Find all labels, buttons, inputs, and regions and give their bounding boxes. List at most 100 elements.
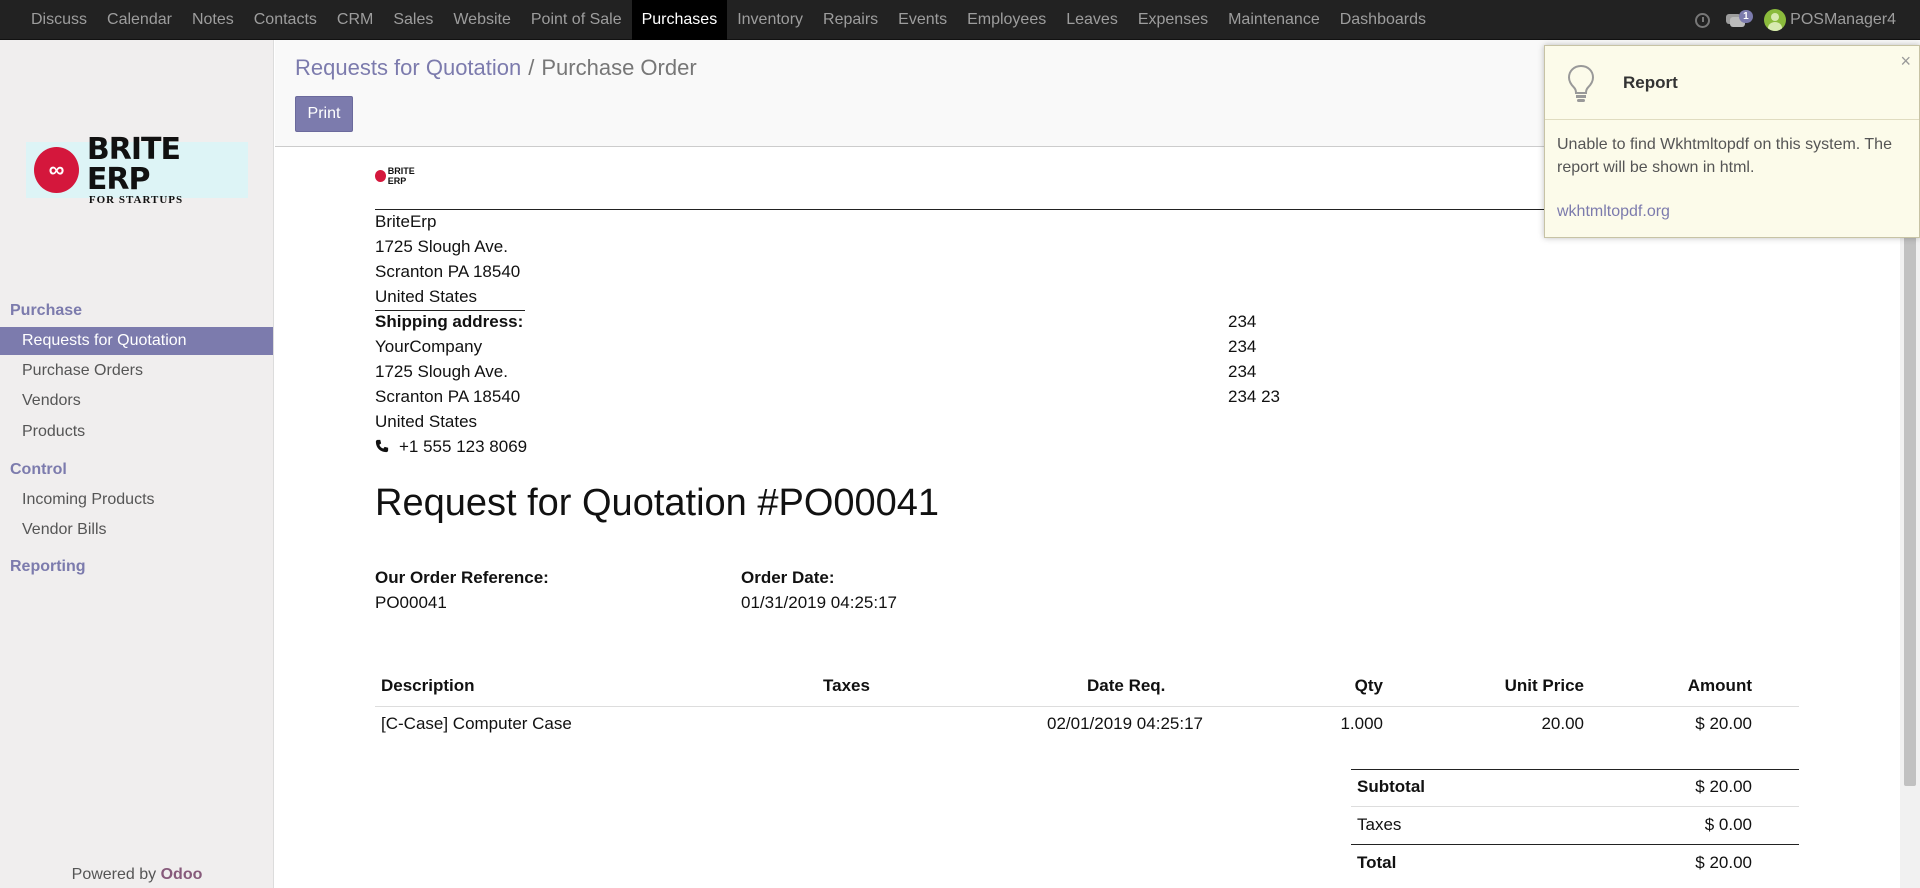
company-country: United States (375, 287, 478, 306)
menu-contacts[interactable]: Contacts (244, 0, 327, 40)
menu-point-of-sale[interactable]: Point of Sale (521, 0, 632, 40)
company-street: 1725 Slough Ave. (375, 237, 508, 256)
menu-maintenance[interactable]: Maintenance (1218, 0, 1330, 40)
company-city: Scranton PA 18540 (375, 262, 521, 281)
total-divider (1351, 844, 1799, 845)
menu-leaves[interactable]: Leaves (1056, 0, 1128, 40)
sidebar-item-vendor-bills[interactable]: Vendor Bills (0, 516, 273, 544)
order-date-value: 01/31/2019 04:25:17 (741, 593, 897, 612)
subtotal-divider (1351, 769, 1799, 770)
col-qty: Qty (1354, 676, 1383, 695)
menu-repairs[interactable]: Repairs (813, 0, 888, 40)
col-unit-price: Unit Price (1504, 676, 1584, 695)
order-ref-label: Our Order Reference: (375, 568, 549, 587)
menu-inventory[interactable]: Inventory (727, 0, 813, 40)
vendor-line-2: 234 (1228, 337, 1257, 356)
company-logo: ∞ BRITE ERP FOR STARTUPS (26, 134, 248, 205)
subtotal-label: Subtotal (1357, 777, 1425, 796)
breadcrumb: Requests for Quotation / Purchase Order (295, 55, 697, 81)
messaging-icon[interactable]: 1 (1726, 10, 1753, 28)
message-count-badge: 1 (1739, 10, 1753, 23)
odoo-link[interactable]: Odoo (161, 866, 203, 883)
logo-mark-icon: ∞ (34, 147, 79, 193)
menu-purchases[interactable]: Purchases (631, 0, 728, 40)
breadcrumb-separator: / (528, 55, 535, 80)
total-value: $ 20.00 (1695, 853, 1752, 872)
close-icon[interactable]: × (1900, 51, 1911, 72)
powered-by-label: Powered by (71, 866, 157, 883)
user-menu[interactable]: POSManager4 (1764, 9, 1896, 31)
scrollbar-thumb[interactable] (1904, 236, 1916, 786)
menu-website[interactable]: Website (443, 0, 521, 40)
phone-icon (375, 439, 389, 453)
menu-crm[interactable]: CRM (327, 0, 383, 40)
row-unit-price: 20.00 (1541, 714, 1584, 733)
col-amount: Amount (1687, 676, 1752, 695)
order-date-label: Order Date: (741, 568, 835, 587)
vendor-line-4: 234 23 (1228, 387, 1280, 406)
sidebar-item-purchase-orders[interactable]: Purchase Orders (0, 357, 273, 385)
lightbulb-icon (1567, 64, 1595, 102)
shipping-street: 1725 Slough Ave. (375, 362, 508, 381)
company-name: BriteErp (375, 212, 437, 231)
sidebar-section-purchase: Purchase (10, 302, 83, 319)
sidebar-section-control: Control (10, 461, 67, 478)
sidebar-item-vendors[interactable]: Vendors (0, 387, 273, 415)
subtotal-value: $ 20.00 (1695, 777, 1752, 796)
notification-header: Report × (1545, 46, 1919, 120)
taxes-value: $ 0.00 (1704, 815, 1752, 834)
col-taxes: Taxes (823, 676, 870, 695)
address-divider (375, 310, 525, 311)
vendor-line-3: 234 (1228, 362, 1257, 381)
row-qty: 1.000 (1340, 714, 1383, 733)
shipping-name: YourCompany (375, 337, 483, 356)
user-avatar (1764, 9, 1787, 31)
user-name: POSManager4 (1790, 11, 1896, 28)
taxes-divider (1351, 806, 1799, 807)
sidebar-item-incoming-products[interactable]: Incoming Products (0, 486, 273, 514)
col-date-req: Date Req. (1087, 676, 1166, 695)
shipping-city: Scranton PA 18540 (375, 387, 521, 406)
logo-title: BRITE ERP (86, 131, 181, 197)
activity-clock-icon[interactable] (1695, 12, 1711, 28)
report-scrollbar[interactable] (1900, 148, 1920, 888)
breadcrumb-parent[interactable]: Requests for Quotation (295, 55, 521, 80)
row-date-req: 02/01/2019 04:25:17 (1047, 714, 1203, 733)
print-button[interactable]: Print (295, 96, 353, 132)
sidebar-item-products[interactable]: Products (0, 418, 273, 446)
menu-discuss[interactable]: Discuss (21, 0, 97, 40)
systray: 1 POSManager4 (1695, 0, 1920, 40)
app-menu: Discuss Calendar Notes Contacts CRM Sale… (0, 0, 1436, 40)
document-title: Request for Quotation #PO00041 (375, 482, 940, 524)
menu-notes[interactable]: Notes (182, 0, 244, 40)
shipping-country: United States (375, 412, 478, 431)
order-ref-value: PO00041 (375, 593, 447, 612)
sidebar-item-requests-for-quotation[interactable]: Requests for Quotation (0, 327, 273, 355)
wkhtmltopdf-link[interactable]: wkhtmltopdf.org (1557, 203, 1670, 221)
shipping-phone: +1 555 123 8069 (375, 437, 527, 457)
menu-expenses[interactable]: Expenses (1128, 0, 1218, 40)
logo-subtitle: FOR STARTUPS (88, 193, 184, 206)
col-description: Description (381, 676, 475, 695)
menu-sales[interactable]: Sales (383, 0, 443, 40)
report-logo-mark-icon (375, 170, 386, 182)
powered-by: Powered by Odoo (0, 866, 274, 884)
row-description: [C-Case] Computer Case (381, 714, 572, 733)
notification-message: Unable to find Wkhtmltopdf on this syste… (1557, 136, 1892, 176)
total-label: Total (1357, 853, 1397, 872)
top-navbar: Discuss Calendar Notes Contacts CRM Sale… (0, 0, 1920, 40)
shipping-label: Shipping address: (375, 312, 524, 331)
breadcrumb-current: Purchase Order (541, 55, 697, 80)
menu-calendar[interactable]: Calendar (97, 0, 182, 40)
vendor-line-1: 234 (1228, 312, 1257, 331)
row-amount: $ 20.00 (1695, 714, 1752, 733)
report-logo-text: BRITE ERP (387, 166, 415, 186)
sidebar-section-reporting[interactable]: Reporting (10, 558, 86, 576)
report-document: BRITE ERP BriteErp 1725 Slough Ave. Scra… (275, 148, 1900, 888)
taxes-label: Taxes (1357, 815, 1402, 834)
menu-events[interactable]: Events (888, 0, 957, 40)
menu-dashboards[interactable]: Dashboards (1330, 0, 1436, 40)
menu-employees[interactable]: Employees (957, 0, 1056, 40)
notification-title: Report (1623, 73, 1678, 92)
phone-number: +1 555 123 8069 (399, 437, 528, 456)
